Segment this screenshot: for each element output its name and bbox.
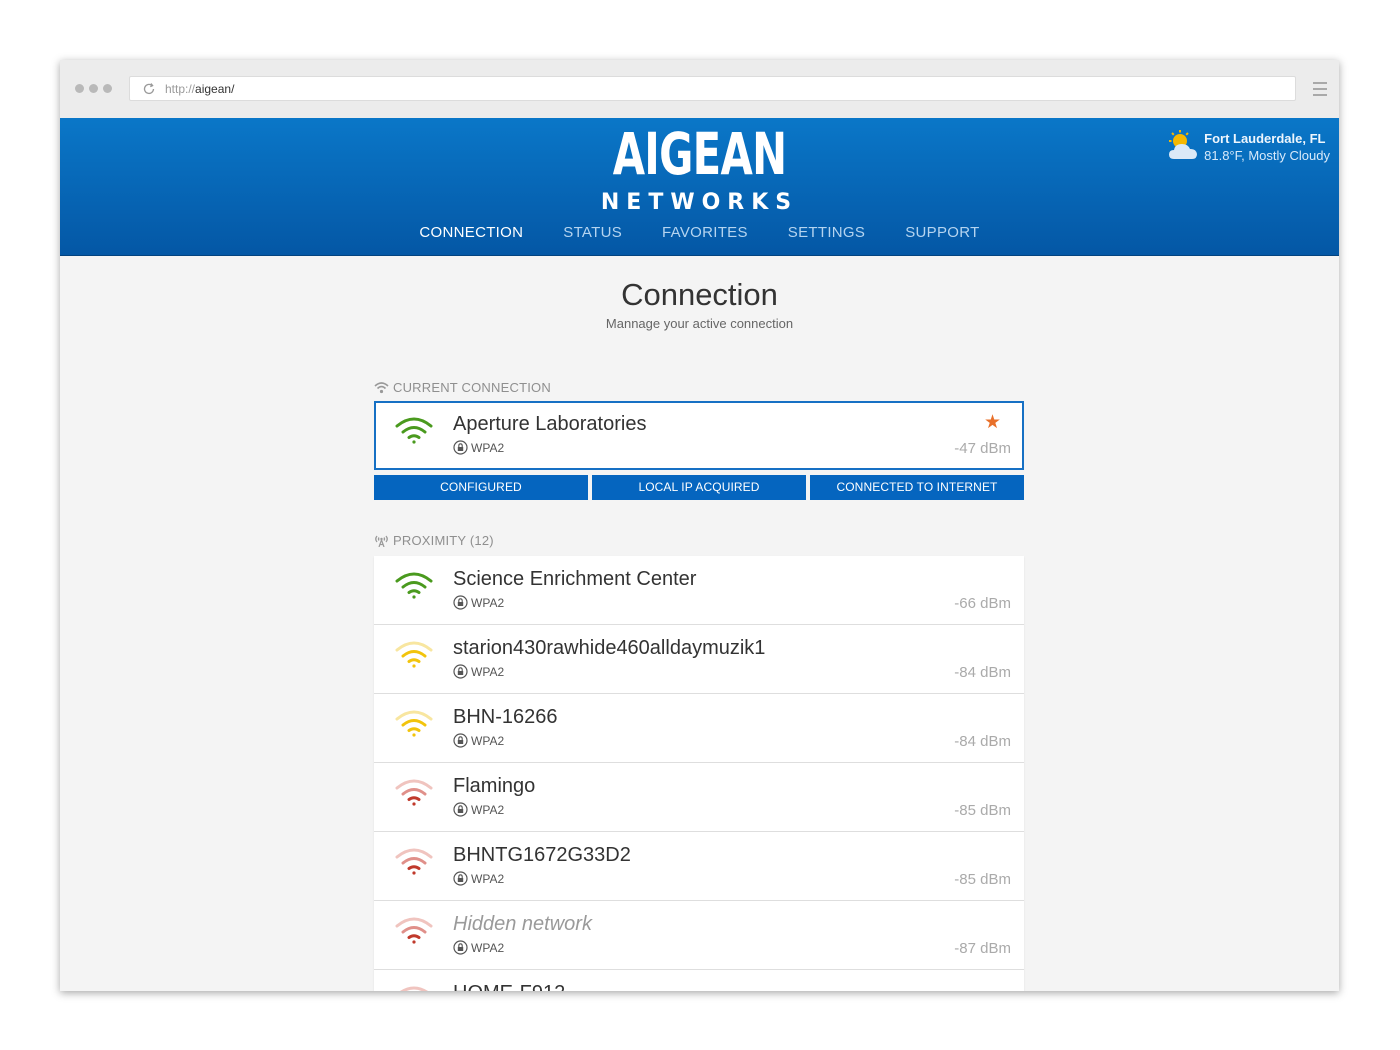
security-type: WPA2 [453, 664, 504, 679]
section-label-text: PROXIMITY (12) [393, 532, 494, 548]
window-dot[interactable] [75, 84, 84, 93]
wifi-signal-strong-icon [394, 415, 434, 445]
section-label-proximity: PROXIMITY (12) [374, 532, 1024, 548]
signal-strength: -84 dBm [954, 733, 1011, 750]
network-name: BHNTG1672G33D2 [453, 844, 631, 866]
security-type: WPA2 [453, 733, 504, 748]
security-type: WPA2 [453, 802, 504, 817]
wifi-signal-medium-icon [394, 639, 434, 669]
lock-icon [453, 940, 468, 955]
lock-icon [453, 664, 468, 679]
status-local-ip-acquired-button[interactable]: LOCAL IP ACQUIRED [592, 475, 806, 500]
site-header: AIGEAN NETWORKS CONNECTION STATUS FAVORITE… [60, 118, 1339, 256]
lock-icon [453, 595, 468, 610]
signal-strength: -87 dBm [954, 940, 1011, 957]
window-dot[interactable] [89, 84, 98, 93]
status-configured-button[interactable]: CONFIGURED [374, 475, 588, 500]
url-host: aigean/ [195, 82, 235, 96]
window-dot[interactable] [103, 84, 112, 93]
wifi-signal-strong-icon [394, 570, 434, 600]
antenna-icon [375, 535, 388, 547]
network-name: HOME-F912 [453, 982, 565, 991]
security-label: WPA2 [471, 440, 505, 455]
network-name: BHN-16266 [453, 706, 558, 728]
wifi-signal-weak-icon [394, 846, 434, 876]
security-label: WPA2 [471, 940, 505, 955]
security-label: WPA2 [471, 595, 505, 610]
network-name: Hidden network [453, 913, 592, 935]
wifi-signal-weak-icon [394, 777, 434, 807]
nav-support[interactable]: SUPPORT [905, 224, 979, 241]
address-bar[interactable]: http://aigean/ [129, 76, 1296, 101]
main-content: Connection Mannage your active connectio… [60, 256, 1339, 991]
wifi-signal-weak-icon [394, 915, 434, 945]
main-nav: CONNECTION STATUS FAVORITES SETTINGS SUPPORT [60, 224, 1339, 242]
menu-icon[interactable] [1313, 82, 1327, 100]
browser-toolbar: http://aigean/ [60, 60, 1339, 118]
proximity-section: PROXIMITY (12) Science Enrichment Center… [374, 532, 1024, 991]
reload-icon[interactable] [142, 82, 156, 96]
security-label: WPA2 [471, 871, 505, 886]
signal-strength: -85 dBm [954, 802, 1011, 819]
lock-icon [453, 802, 468, 817]
url-protocol: http:// [165, 82, 196, 96]
signal-strength: -47 dBm [954, 440, 1011, 457]
wifi-signal-medium-icon [394, 708, 434, 738]
network-name: Science Enrichment Center [453, 568, 697, 590]
url-text: http://aigean/ [165, 82, 234, 96]
lock-icon [453, 733, 468, 748]
page-title: Connection [621, 277, 778, 312]
network-list-item[interactable]: HOME-F912WPA2 [374, 970, 1024, 991]
network-list-item[interactable]: BHNTG1672G33D2 WPA2 -85 dBm [374, 832, 1024, 901]
favorite-star-icon[interactable]: ★ [984, 411, 1001, 434]
section-label-current: CURRENT CONNECTION [374, 379, 1024, 395]
current-network-card[interactable]: Aperture Laboratories WPA2 -47 dBm ★ [374, 401, 1024, 470]
weather-condition: 81.8°F, Mostly Cloudy [1204, 148, 1330, 163]
security-label: WPA2 [471, 664, 505, 679]
network-list-item[interactable]: Flamingo WPA2 -85 dBm [374, 763, 1024, 832]
network-list: Science Enrichment Center WPA2 -66 dBm star… [374, 556, 1024, 991]
network-list-item[interactable]: Hidden network WPA2 -87 dBm [374, 901, 1024, 970]
network-list-item[interactable]: Science Enrichment Center WPA2 -66 dBm [374, 556, 1024, 625]
network-name: Aperture Laboratories [453, 413, 647, 435]
security-type: WPA2 [453, 940, 504, 955]
network-name: starion430rawhide460alldaymuzik1 [453, 637, 766, 659]
section-label-text: CURRENT CONNECTION [393, 379, 551, 395]
nav-settings[interactable]: SETTINGS [788, 224, 865, 241]
signal-strength: -85 dBm [954, 871, 1011, 888]
lock-icon [453, 440, 468, 455]
signal-strength: -66 dBm [954, 595, 1011, 612]
network-list-item[interactable]: BHN-16266 WPA2 -84 dBm [374, 694, 1024, 763]
window-controls[interactable] [75, 84, 112, 93]
current-connection-section: CURRENT CONNECTION Aperture Laboratories… [374, 379, 1024, 500]
page-subtitle: Mannage your active connection [605, 316, 794, 331]
security-type: WPA2 [453, 595, 504, 610]
nav-favorites[interactable]: FAVORITES [662, 224, 748, 241]
network-list-item[interactable]: starion430rawhide460alldaymuzik1 WPA2 -84 … [374, 625, 1024, 694]
wifi-signal-weak-icon [394, 984, 434, 991]
signal-strength: -84 dBm [954, 664, 1011, 681]
security-type: WPA2 [453, 440, 504, 455]
weather-widget: Fort Lauderdale, FL 81.8°F, Mostly Cloud… [1166, 130, 1330, 164]
nav-status[interactable]: STATUS [563, 224, 622, 241]
security-type: WPA2 [453, 871, 504, 886]
connection-status-bar: CONFIGURED LOCAL IP ACQUIRED CONNECTED TO … [374, 475, 1024, 500]
network-name: Flamingo [453, 775, 536, 797]
lock-icon [453, 871, 468, 886]
status-connected-to-internet-button[interactable]: CONNECTED TO INTERNET [810, 475, 1024, 500]
nav-connection[interactable]: CONNECTION [419, 224, 523, 241]
security-label: WPA2 [471, 733, 505, 748]
weather-city: Fort Lauderdale, FL [1204, 131, 1326, 146]
security-label: WPA2 [471, 802, 505, 817]
logo-subtitle: NETWORKS [600, 190, 799, 215]
logo-wordmark: AIGEAN [612, 120, 787, 188]
wifi-small-icon [374, 381, 389, 393]
browser-window: http://aigean/ AIGEAN NETWORKS CONNECTIO… [60, 60, 1339, 991]
partly-cloudy-icon [1169, 130, 1198, 159]
